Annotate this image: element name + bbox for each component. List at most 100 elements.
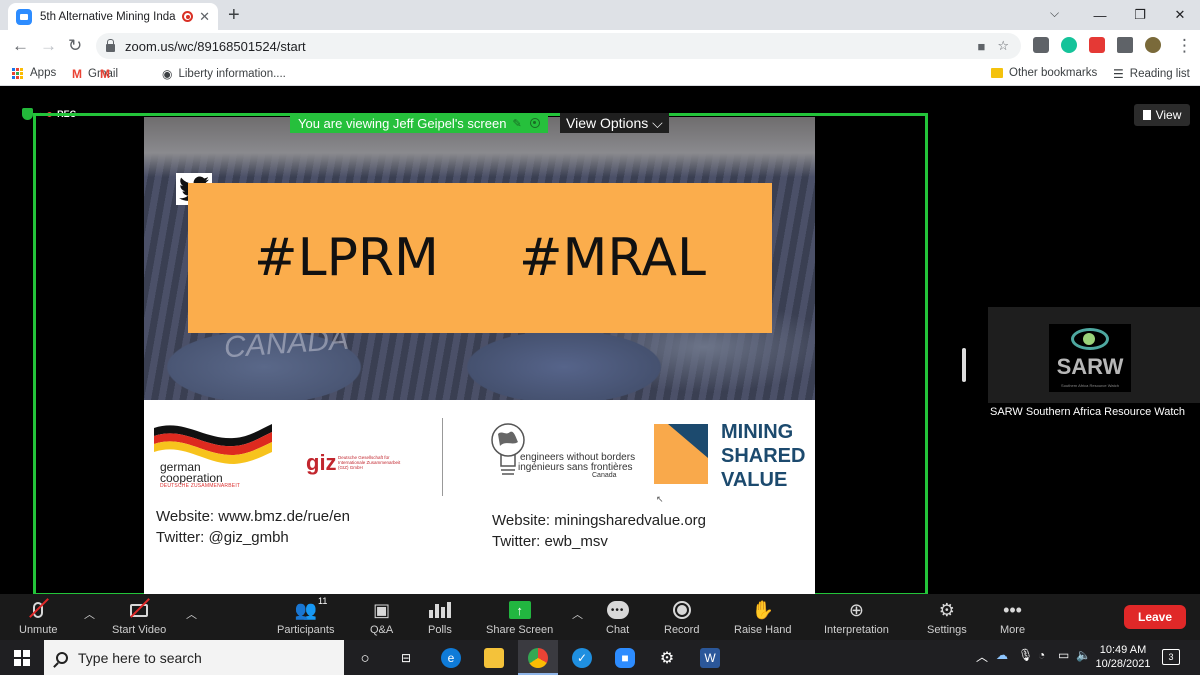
globe-icon: ⊕ (848, 599, 864, 620)
cortana-circle-icon[interactable]: ○ (355, 648, 375, 668)
panel-resize-handle[interactable] (962, 348, 966, 382)
back-arrow-icon[interactable]: ← (12, 36, 29, 56)
security-app-icon[interactable]: ✓ (572, 648, 592, 668)
polls-button[interactable]: Polls (428, 598, 452, 636)
tab-close-icon[interactable]: ✕ (199, 9, 210, 25)
sarw-logo-text: SARW (1056, 354, 1124, 379)
participant-count: 11 (318, 596, 328, 606)
video-options-chevron-icon[interactable]: ︿ (186, 606, 197, 622)
audio-options-chevron-icon[interactable]: ︿ (84, 606, 95, 622)
share-screen-label: Share Screen (486, 624, 554, 636)
bookmarks-bar: Apps M Gmail M ◉ Liberty information....… (0, 62, 1200, 86)
bookmark-liberty[interactable]: ◉ Liberty information.... (162, 67, 286, 81)
url-field[interactable]: zoom.us/wc/89168501524/start ■ ☆ (96, 33, 1021, 59)
website-right: Website: miningsharedvalue.org (492, 512, 707, 529)
sarw-logo-subtext: Southern Africa Resource Watch (1061, 383, 1119, 388)
cloud-icon[interactable]: ☁ (996, 648, 1008, 662)
slide-sponsors: german cooperation DEUTSCHE ZUSAMMENARBE… (144, 400, 815, 594)
network-icon[interactable]: ▭ (1058, 648, 1069, 662)
volume-icon[interactable]: 🔈 (1076, 648, 1091, 662)
zoom-toolbar: Unmute ︿ Start Video ︿ 👥 Participants 11… (0, 594, 1200, 640)
chat-button[interactable]: ••• Chat (606, 598, 629, 636)
browser-tab-zoom[interactable]: 5th Alternative Mining Inda... ✕ (8, 3, 218, 30)
extension-red-icon[interactable] (1089, 37, 1105, 53)
bookmark-apps[interactable]: Apps (12, 67, 56, 79)
record-button[interactable]: Record (664, 598, 699, 636)
settings-label: Settings (927, 624, 967, 636)
camera-icon[interactable]: ■ (977, 39, 985, 54)
qa-label: Q&A (370, 624, 394, 636)
mic-off-icon (29, 598, 50, 622)
edge-icon[interactable]: e (441, 648, 461, 668)
shield-icon (22, 108, 33, 120)
unmute-button[interactable]: Unmute (19, 598, 58, 636)
german-cooperation-sub: DEUTSCHE ZUSAMMENARBEIT (160, 483, 241, 489)
task-view-icon[interactable]: ⊟ (396, 648, 416, 668)
word-icon[interactable]: W (700, 648, 720, 668)
bookmark-gmail-2[interactable]: M (100, 67, 116, 81)
folder-icon (991, 68, 1003, 78)
system-clock[interactable]: 10:49 AM 10/28/2021 (1092, 643, 1154, 671)
settings-gear-icon[interactable]: ⚙ (657, 648, 677, 668)
search-icon (56, 651, 68, 664)
gmail-icon: M (100, 67, 110, 81)
tray-chevron-icon[interactable]: ︿ (976, 648, 988, 665)
taskbar-search-box[interactable]: Type here to search (44, 640, 344, 675)
interpretation-button[interactable]: ⊕ Interpretation (824, 598, 889, 637)
banner-text: You are viewing Jeff Geipel's screen (298, 115, 507, 131)
twitter-right: Twitter: ewb_msv (492, 533, 608, 550)
polls-bar-icon (428, 598, 451, 622)
reload-icon[interactable]: ↻ (68, 36, 82, 56)
forward-arrow-icon[interactable]: → (40, 36, 57, 56)
file-explorer-icon[interactable] (484, 648, 504, 668)
browser-tab-bar: 5th Alternative Mining Inda... ✕ + ⌵ — ❐… (0, 0, 1200, 30)
gear-icon: ⚙ (938, 599, 955, 620)
grammarly-icon[interactable] (1061, 37, 1077, 53)
interpretation-label: Interpretation (824, 624, 889, 636)
tab-search-chevron-icon[interactable]: ⌵ (1050, 6, 1059, 21)
share-screen-button[interactable]: ↑ Share Screen (486, 598, 553, 636)
bookmark-other[interactable]: Other bookmarks (991, 67, 1097, 79)
minimize-icon[interactable]: — (1080, 0, 1120, 30)
polls-label: Polls (428, 624, 452, 636)
unmute-label: Unmute (19, 624, 58, 636)
notification-center-icon[interactable]: 3 (1162, 649, 1180, 665)
browser-menu-icon[interactable]: ⋮ (1176, 36, 1193, 56)
wifi-icon[interactable]: ◔ (1038, 648, 1045, 662)
profile-avatar[interactable] (1145, 37, 1161, 53)
website-left: Website: www.bmz.de/rue/en (156, 508, 350, 525)
settings-button[interactable]: ⚙ Settings (927, 598, 967, 637)
qa-button[interactable]: ▣ Q&A (370, 598, 394, 637)
close-window-icon[interactable]: ✕ (1160, 0, 1200, 30)
extensions-puzzle-icon[interactable] (1117, 37, 1133, 53)
bookmark-star-icon[interactable]: ☆ (997, 38, 1009, 54)
bookmark-reading-list[interactable]: ☰ Reading list (1113, 67, 1190, 81)
mining-shared-value-text: MINING SHARED VALUE (721, 420, 805, 492)
mic-tray-icon[interactable]: 🎙 (1018, 648, 1033, 662)
share-options-chevron-icon[interactable]: ︿ (572, 606, 583, 622)
extension-icon[interactable] (1033, 37, 1049, 53)
more-button[interactable]: ••• More (1000, 598, 1026, 637)
mic-muted-icon: ✎ (512, 117, 522, 130)
record-label: Record (664, 624, 700, 636)
restore-icon[interactable]: ❐ (1120, 0, 1160, 30)
hashtag-mral: #MRAL (518, 228, 706, 288)
raise-hand-button[interactable]: ✋ Raise Hand (734, 598, 791, 637)
more-label: More (1000, 624, 1026, 636)
windows-start-icon[interactable] (14, 650, 30, 666)
clock-date: 10/28/2021 (1095, 658, 1151, 670)
view-button[interactable]: View (1134, 104, 1190, 126)
new-tab-button[interactable]: + (228, 4, 240, 27)
view-options-button[interactable]: View Options ⌵ (560, 113, 669, 133)
start-video-button[interactable]: Start Video (112, 598, 166, 636)
zoom-app-icon[interactable]: ■ (615, 648, 635, 668)
giz-subtext: Deutsche Gesellschaft für Internationale… (338, 455, 401, 470)
zoom-favicon-icon (16, 8, 32, 25)
hashtag-banner: #LPRM #MRAL (188, 183, 772, 333)
window-controls: — ❐ ✕ (1080, 0, 1200, 30)
german-flag-wave-icon (154, 424, 272, 464)
chrome-icon[interactable] (528, 648, 548, 668)
msv-line1: MINING (721, 421, 794, 443)
leave-button[interactable]: Leave (1124, 605, 1186, 629)
msv-line2: SHARED (721, 445, 806, 467)
